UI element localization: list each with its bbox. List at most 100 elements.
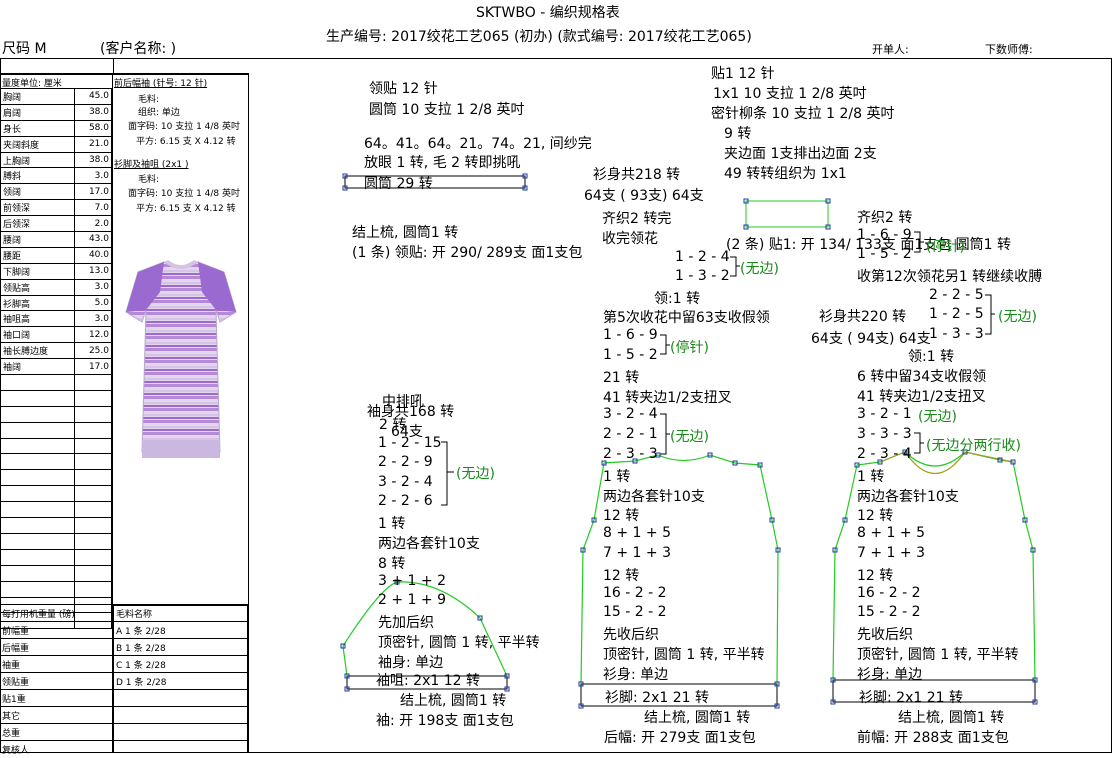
- front-r1: 3 - 2 - 1: [857, 406, 912, 422]
- front-b11: 衫身: 单边: [857, 667, 923, 683]
- collar-l2: 圆筒 10 支拉 1 2/8 英吋: [369, 102, 525, 118]
- front-r2: 3 - 3 - 3: [857, 426, 912, 442]
- front-b1: 1 转: [857, 469, 885, 485]
- back-b3: 12 转: [603, 508, 640, 524]
- sleeve-d3: 3 - 2 - 4: [378, 474, 433, 490]
- collar-l4: 放眼 1 转, 毛 2 转即挑吼: [364, 155, 521, 171]
- sleeve-bracket: [441, 441, 454, 506]
- back-b5: 7 + 1 + 3: [603, 545, 671, 561]
- sleeve-tag: (无边): [456, 466, 495, 482]
- front-b10: 顶密针, 圆筒 1 转, 平半转: [857, 647, 1019, 663]
- front-b7: 16 - 2 - 2: [857, 585, 921, 601]
- back-n1: 1 - 2 - 4: [675, 249, 730, 265]
- sleeve-b3: 8 转: [378, 556, 406, 572]
- front-m3: 1 - 3 - 3: [929, 326, 984, 342]
- back-n2: 1 - 3 - 2: [675, 268, 730, 284]
- front-b4: 8 + 1 + 5: [857, 525, 925, 541]
- back-b11: 衫身: 单边: [603, 667, 669, 683]
- patch-rect: [745, 200, 829, 228]
- back-b14: 后幅: 开 279支 面1支包: [604, 730, 756, 746]
- sleeve-b8: 袖身: 单边: [378, 655, 444, 671]
- sleeve-b1: 1 转: [378, 516, 406, 532]
- front-b5: 7 + 1 + 3: [857, 545, 925, 561]
- front-r3: 2 - 3 - 4: [857, 446, 912, 462]
- back-r1: 3 - 2 - 4: [603, 406, 658, 422]
- sleeve-b11: 袖: 开 198支 面1支包: [376, 713, 514, 729]
- back-b6: 12 转: [603, 568, 640, 584]
- back-b7: 16 - 2 - 2: [603, 585, 667, 601]
- back-a8: 41 转夹边1/2支扭叉: [603, 390, 732, 406]
- front-a1: 齐织2 转: [857, 210, 913, 226]
- back-a1: 衫身共218 转: [593, 167, 681, 183]
- back-b4: 8 + 1 + 5: [603, 525, 671, 541]
- back-a3: 齐织2 转完: [602, 211, 672, 227]
- back-b13: 结上梳, 圆筒1 转: [644, 710, 751, 726]
- back-b8: 15 - 2 - 2: [603, 604, 667, 620]
- collar-l3: 64。41。64。21。74。21, 间纱完: [364, 136, 592, 152]
- sleeve-b7: 顶密针, 圆筒 1 转, 平半转: [378, 635, 540, 651]
- sleeve-a2: 中排吼: [382, 394, 424, 410]
- sleeve-d4: 2 - 2 - 6: [378, 493, 433, 509]
- front-b9: 先收后织: [857, 627, 913, 643]
- back-stag: (停针): [670, 340, 709, 356]
- back-rtag: (无边): [670, 429, 709, 445]
- front-b6: 12 转: [857, 568, 894, 584]
- front-b8: 15 - 2 - 2: [857, 604, 921, 620]
- sleeve-d1: 1 - 2 - 15: [378, 435, 442, 451]
- front-m1: 2 - 2 - 5: [929, 287, 984, 303]
- sleeve-b10: 结上梳, 圆筒1 转: [400, 693, 507, 709]
- front-a5: 领:1 转: [908, 349, 955, 365]
- front-b14: 前幅: 开 288支 面1支包: [857, 730, 1009, 746]
- patch-l2: 1x1 10 支拉 1 2/8 英吋: [713, 86, 867, 102]
- front-a2: 收第12次领花另1 转继续收膊: [857, 269, 1043, 285]
- collar-l1: 领贴 12 针: [369, 81, 438, 97]
- sleeve-b4: 3 + 1 + 2: [378, 573, 446, 589]
- front-b3: 12 转: [857, 508, 894, 524]
- back-a4: 收完领花: [602, 231, 658, 247]
- back-shoulder-bracket: [660, 334, 670, 355]
- back-a5: 领:1 转: [654, 291, 701, 307]
- back-b1: 1 转: [603, 469, 631, 485]
- front-neck-curve: [904, 451, 966, 475]
- patch-l6: 49 转转组织为 1x1: [724, 166, 847, 182]
- front-a3: 衫身共220 转: [819, 309, 907, 325]
- patch-l1: 贴1 12 针: [711, 66, 775, 82]
- back-b10: 顶密针, 圆筒 1 转, 平半转: [603, 647, 765, 663]
- sleeve-b6: 先加后织: [378, 615, 434, 631]
- back-r3: 2 - 3 - 3: [603, 446, 658, 462]
- patch-l5: 夹边面 1支排出边面 2支: [724, 146, 877, 162]
- patch-l3: 密针柳条 10 支拉 1 2/8 英吋: [711, 106, 895, 122]
- front-b12: 衫脚: 2x1 21 转: [859, 690, 963, 706]
- front-n1: 1 - 6 - 9: [857, 227, 912, 243]
- sleeve-b9: 袖咀: 2x1 12 转: [376, 673, 480, 689]
- sleeve-b5: 2 + 1 + 9: [378, 592, 446, 608]
- front-rtag: (无边分两行收): [926, 438, 1021, 454]
- back-neck-bracket: [730, 256, 740, 277]
- sleeve-b2: 两边各套针10支: [378, 536, 480, 552]
- front-b13: 结上梳, 圆筒1 转: [898, 710, 1005, 726]
- back-s1: 1 - 6 - 9: [603, 327, 658, 343]
- back-a7: 21 转: [603, 370, 640, 386]
- back-r2: 2 - 2 - 1: [603, 426, 658, 442]
- back-ntag: (无边): [740, 261, 779, 277]
- front-mtag: (无边): [998, 309, 1037, 325]
- front-ntag: (停针): [926, 239, 965, 255]
- front-a7: 41 转夹边1/2支扭叉: [857, 389, 986, 405]
- patch-l4: 9 转: [724, 126, 752, 142]
- collar-l6: 结上梳, 圆筒1 转: [352, 225, 459, 241]
- back-a2: 64支 ( 93支) 64支: [584, 188, 704, 204]
- back-a6: 第5次收花中留63支收假领: [603, 310, 770, 326]
- sleeve-d2: 2 - 2 - 9: [378, 454, 433, 470]
- collar-l7: (1 条) 领贴: 开 290/ 289支 面1支包: [352, 245, 583, 261]
- back-arm-bracket: [660, 413, 670, 455]
- front-a6: 6 转中留34支收假领: [857, 369, 987, 385]
- back-s2: 1 - 5 - 2: [603, 347, 658, 363]
- front-arm-bracket: [914, 432, 924, 454]
- front-a4: 64支 ( 94支) 64支: [811, 331, 931, 347]
- front-shoulder-bracket: [985, 294, 995, 335]
- back-b2: 两边各套针10支: [603, 489, 705, 505]
- front-m2: 1 - 2 - 5: [929, 306, 984, 322]
- back-b9: 先收后织: [603, 627, 659, 643]
- front-r1tag: (无边): [918, 409, 957, 425]
- front-b2: 两边各套针10支: [857, 489, 959, 505]
